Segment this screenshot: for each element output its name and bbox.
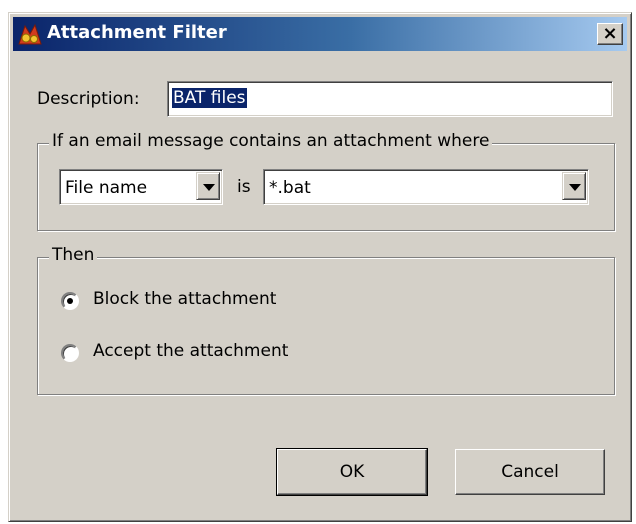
block-attachment-label[interactable]: Block the attachment [93,289,276,309]
chevron-down-icon[interactable] [196,172,220,200]
operator-label: is [237,177,251,197]
condition-group-legend: If an email message contains an attachme… [49,131,493,151]
cancel-button[interactable]: Cancel [455,449,605,495]
ok-button[interactable]: OK [276,448,428,496]
description-label: Description: [37,89,140,109]
accept-attachment-radio[interactable] [61,344,79,362]
app-icon [18,23,42,45]
accept-attachment-label[interactable]: Accept the attachment [93,341,288,361]
value-combo-value: *.bat [269,178,311,198]
action-group [37,257,615,395]
action-group-legend: Then [49,245,98,265]
attachment-filter-dialog: Attachment Filter × Description: BAT fil… [8,12,632,522]
chevron-down-icon[interactable] [562,172,586,200]
field-combo[interactable]: File name [59,169,223,205]
title-bar[interactable]: Attachment Filter × [13,17,627,51]
description-input[interactable]: BAT files [167,81,613,117]
field-combo-value: File name [65,178,148,198]
block-attachment-radio[interactable] [61,292,79,310]
dialog-title: Attachment Filter [47,22,227,43]
close-button[interactable]: × [597,23,623,45]
value-combo[interactable]: *.bat [263,169,589,205]
close-icon: × [602,23,618,44]
description-value: BAT files [172,88,247,108]
